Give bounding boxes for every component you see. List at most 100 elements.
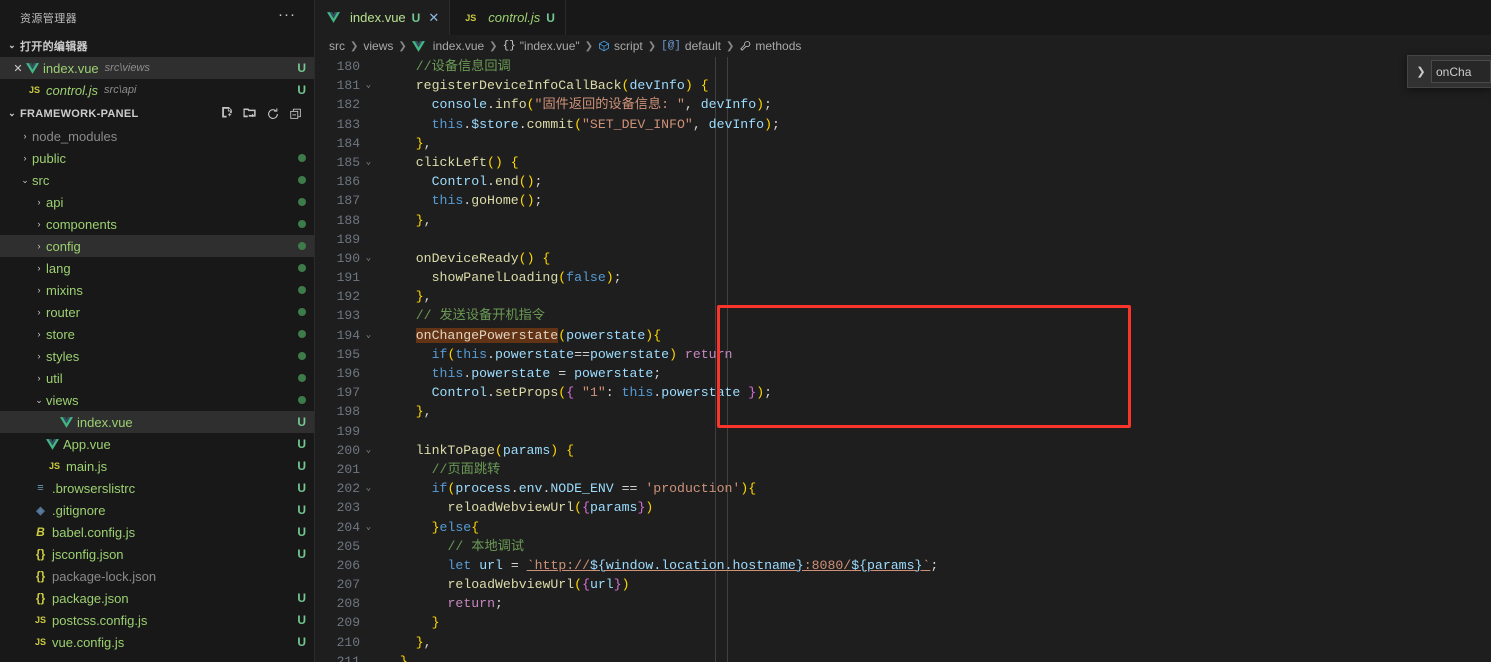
code-line[interactable]: 194⌄onChangePowerstate(powerstate){ xyxy=(315,326,1491,345)
tree-item-vue-config-js[interactable]: JSvue.config.jsU xyxy=(0,631,314,653)
fold-chevron-icon[interactable]: ⌄ xyxy=(360,76,377,95)
find-input[interactable]: onCha xyxy=(1431,60,1491,83)
code-line[interactable]: 211}, xyxy=(315,652,1491,662)
tree-item-postcss-config-js[interactable]: JSpostcss.config.jsU xyxy=(0,609,314,631)
explorer-more-actions-icon[interactable]: ··· xyxy=(278,6,306,29)
code-line[interactable]: 191showPanelLoading(false); xyxy=(315,268,1491,287)
fold-chevron-icon[interactable]: ⌄ xyxy=(360,441,377,460)
editor-tab-control-js[interactable]: JScontrol.jsU xyxy=(450,0,566,35)
tree-item-components[interactable]: ›components xyxy=(0,213,314,235)
tree-item-main-js[interactable]: JSmain.jsU xyxy=(0,455,314,477)
tree-item-node-modules[interactable]: ›node_modules xyxy=(0,125,314,147)
open-editor-item[interactable]: JScontrol.jssrc\apiU xyxy=(0,79,314,101)
breadcrumb-separator-icon: ❯ xyxy=(585,41,593,52)
tab-label: index.vue xyxy=(350,10,406,25)
code-line[interactable]: 184}, xyxy=(315,134,1491,153)
breadcrumb-item-src[interactable]: src xyxy=(329,39,345,53)
find-widget[interactable]: ❯ onCha xyxy=(1407,55,1491,88)
code-line[interactable]: 210}, xyxy=(315,633,1491,652)
code-line[interactable]: 185⌄clickLeft() { xyxy=(315,153,1491,172)
tree-item-api[interactable]: ›api xyxy=(0,191,314,213)
breadcrumb-item-indexvue[interactable]: {}"index.vue" xyxy=(503,39,580,53)
fold-chevron-icon[interactable]: ⌄ xyxy=(360,518,377,537)
tree-item-mixins[interactable]: ›mixins xyxy=(0,279,314,301)
code-line[interactable]: 199 xyxy=(315,422,1491,441)
code-line[interactable]: 206let url = `http://${window.location.h… xyxy=(315,556,1491,575)
explorer-title: 资源管理器 xyxy=(20,10,278,26)
code-line[interactable]: 189 xyxy=(315,230,1491,249)
fold-chevron-icon[interactable]: ⌄ xyxy=(360,153,377,172)
tree-item-config[interactable]: ›config xyxy=(0,235,314,257)
tree-item-index-vue[interactable]: index.vueU xyxy=(0,411,314,433)
code-line[interactable]: 207reloadWebviewUrl({url}) xyxy=(315,575,1491,594)
tree-item-babel-config-js[interactable]: Bbabel.config.jsU xyxy=(0,521,314,543)
line-number: 193 xyxy=(315,306,360,325)
code-line[interactable]: 182console.info("固件返回的设备信息: ", devInfo); xyxy=(315,95,1491,114)
tree-item-router[interactable]: ›router xyxy=(0,301,314,323)
line-number: 184 xyxy=(315,134,360,153)
tree-item-store[interactable]: ›store xyxy=(0,323,314,345)
open-editors-header[interactable]: ⌄ 打开的编辑器 xyxy=(0,35,314,57)
code-line[interactable]: 201//页面跳转 xyxy=(315,460,1491,479)
breadcrumb-item-methods[interactable]: methods xyxy=(739,39,801,53)
code-editor[interactable]: 180//设备信息回调181⌄registerDeviceInfoCallBac… xyxy=(315,57,1491,662)
code-line[interactable]: 181⌄registerDeviceInfoCallBack(devInfo) … xyxy=(315,76,1491,95)
fold-chevron-icon[interactable]: ⌄ xyxy=(360,479,377,498)
code-line[interactable]: 196this.powerstate = powerstate; xyxy=(315,364,1491,383)
code-line[interactable]: 205// 本地调试 xyxy=(315,537,1491,556)
close-icon[interactable]: ✕ xyxy=(428,10,439,26)
code-line[interactable]: 195if(this.powerstate==powerstate) retur… xyxy=(315,345,1491,364)
tree-item-styles[interactable]: ›styles xyxy=(0,345,314,367)
chevron-down-icon: ⌄ xyxy=(4,108,20,119)
tree-item-package-lock-json[interactable]: {}package-lock.json xyxy=(0,565,314,587)
breadcrumb-item-default[interactable]: [@]default xyxy=(661,39,721,53)
code-line[interactable]: 186Control.end(); xyxy=(315,172,1491,191)
editor-group: index.vueU✕JScontrol.jsU src ❯ views ❯ index… xyxy=(315,0,1491,662)
code-line[interactable]: 183this.$store.commit("SET_DEV_INFO", de… xyxy=(315,115,1491,134)
tree-item-public[interactable]: ›public xyxy=(0,147,314,169)
code-line[interactable]: 187this.goHome(); xyxy=(315,191,1491,210)
tree-item-src[interactable]: ⌄src xyxy=(0,169,314,191)
code-line[interactable]: 202⌄if(process.env.NODE_ENV == 'producti… xyxy=(315,479,1491,498)
refresh-icon[interactable] xyxy=(266,107,280,121)
line-content: linkToPage(params) { xyxy=(377,441,574,460)
fold-chevron-icon[interactable]: ⌄ xyxy=(360,249,377,268)
tree-item-lang[interactable]: ›lang xyxy=(0,257,314,279)
breadcrumb-item-indexvue[interactable]: index.vue xyxy=(412,39,484,53)
tree-item-views[interactable]: ⌄views xyxy=(0,389,314,411)
tree-item-app-vue[interactable]: App.vueU xyxy=(0,433,314,455)
project-header[interactable]: ⌄ FRAMEWORK-PANEL xyxy=(0,103,314,125)
code-line[interactable]: 204⌄}else{ xyxy=(315,518,1491,537)
collapse-all-icon[interactable] xyxy=(289,107,303,121)
line-number: 208 xyxy=(315,594,360,613)
code-line[interactable]: 198}, xyxy=(315,402,1491,421)
code-line[interactable]: 197Control.setProps({ "1": this.powersta… xyxy=(315,383,1491,402)
breadcrumb-item-script[interactable]: script xyxy=(598,39,643,53)
breadcrumb-item-views[interactable]: views xyxy=(363,39,393,53)
new-file-icon[interactable] xyxy=(220,107,234,121)
code-line[interactable]: 190⌄onDeviceReady() { xyxy=(315,249,1491,268)
code-line[interactable]: 193// 发送设备开机指令 xyxy=(315,306,1491,325)
code-line[interactable]: 208return; xyxy=(315,594,1491,613)
modified-dot-icon xyxy=(298,374,306,382)
fold-chevron-icon[interactable]: ⌄ xyxy=(360,326,377,345)
code-line[interactable]: 203reloadWebviewUrl({params}) xyxy=(315,498,1491,517)
tree-item-label: babel.config.js xyxy=(52,525,135,540)
line-number: 190 xyxy=(315,249,360,268)
tree-item-jsconfig-json[interactable]: {}jsconfig.jsonU xyxy=(0,543,314,565)
open-editor-item[interactable]: ✕index.vuesrc\viewsU xyxy=(0,57,314,79)
code-line[interactable]: 209} xyxy=(315,613,1491,632)
code-line[interactable]: 180//设备信息回调 xyxy=(315,57,1491,76)
editor-tab-index-vue[interactable]: index.vueU✕ xyxy=(315,0,450,35)
code-line[interactable]: 200⌄linkToPage(params) { xyxy=(315,441,1491,460)
new-folder-icon[interactable] xyxy=(243,107,257,121)
tree-item--browserslistrc[interactable]: ≡.browserslistrcU xyxy=(0,477,314,499)
close-icon[interactable]: ✕ xyxy=(10,62,26,75)
code-line[interactable]: 192}, xyxy=(315,287,1491,306)
line-number: 207 xyxy=(315,575,360,594)
tree-item-package-json[interactable]: {}package.jsonU xyxy=(0,587,314,609)
tree-item-util[interactable]: ›util xyxy=(0,367,314,389)
tree-item--gitignore[interactable]: ◈.gitignoreU xyxy=(0,499,314,521)
chevron-right-icon[interactable]: ❯ xyxy=(1411,65,1431,78)
code-line[interactable]: 188}, xyxy=(315,211,1491,230)
